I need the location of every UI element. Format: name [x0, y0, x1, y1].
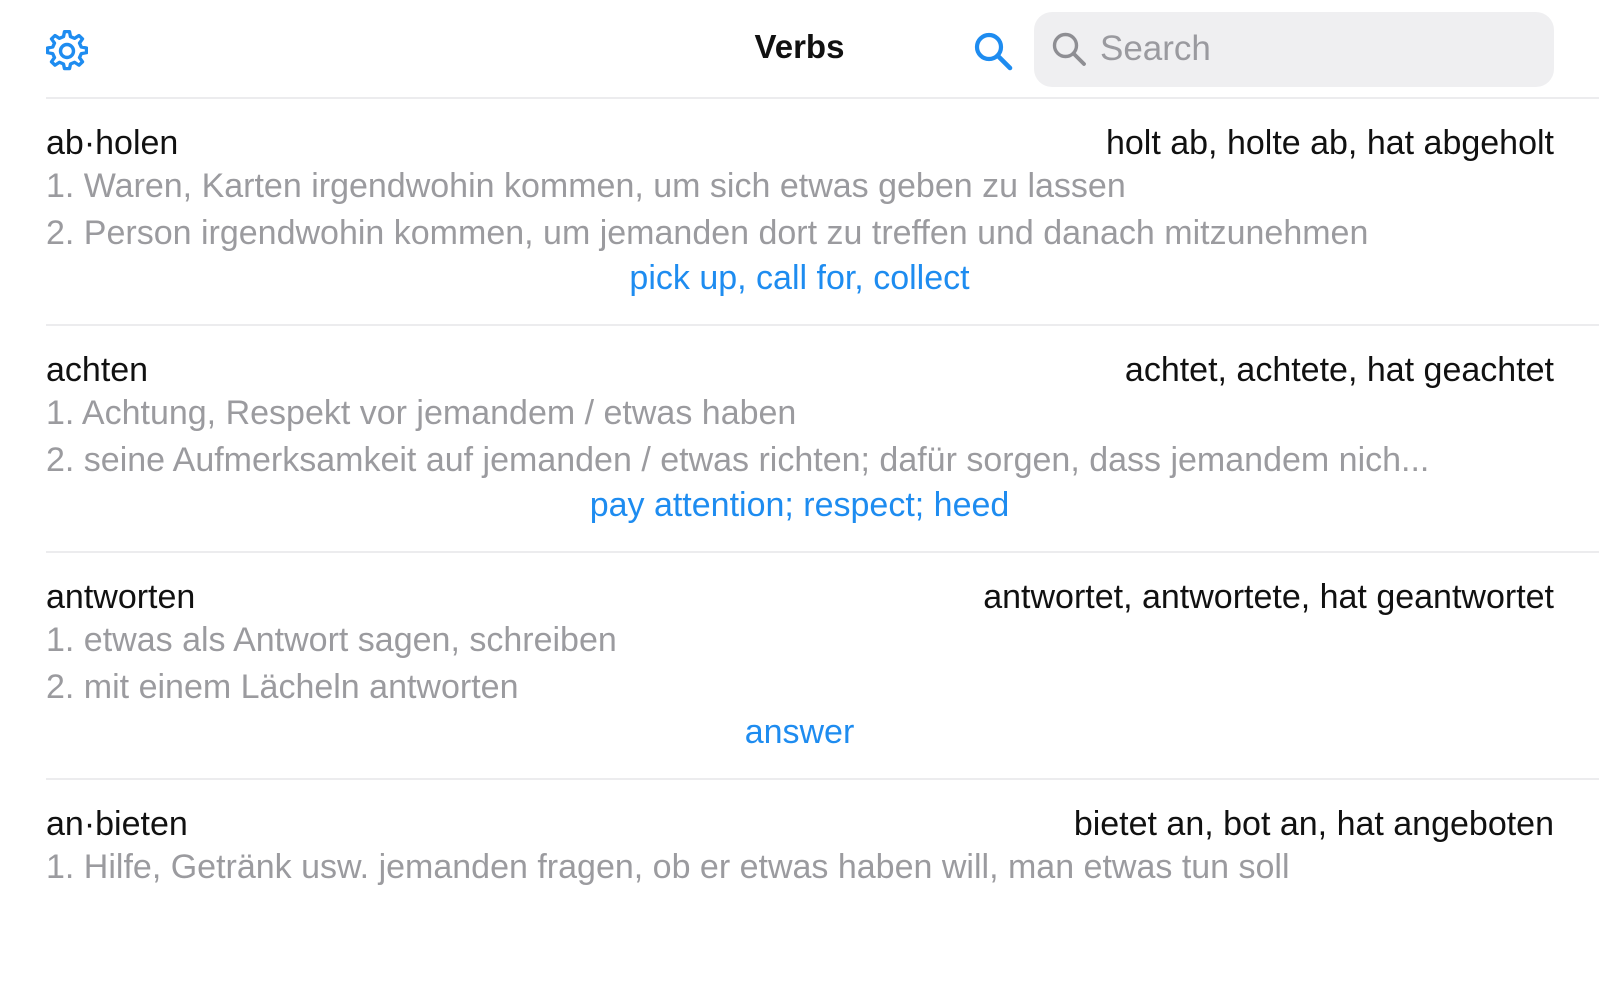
entry-definition-1: 1. Waren, Karten irgendwohin kommen, um … [46, 167, 1126, 205]
search-input[interactable] [1100, 24, 1530, 74]
entry-definition-2: 2. seine Aufmerksamkeit auf jemanden / e… [46, 441, 1430, 479]
entry-translation: pick up, call for, collect [629, 259, 970, 297]
entry-translation: answer [744, 713, 855, 751]
entry-forms: antwortet, antwortete, hat geantwortet [983, 578, 1554, 616]
entry-headword: ab·holen [46, 124, 179, 162]
entry-headword: an·bieten [46, 805, 188, 843]
entry-definition-2: 2. Person irgendwohin kommen, um jemande… [46, 214, 1369, 252]
verb-entry[interactable]: antworten antwortet, antwortete, hat gea… [0, 553, 1599, 780]
entry-forms: achtet, achtete, hat geachtet [1124, 351, 1554, 389]
entry-forms: holt ab, holte ab, hat abgeholt [1105, 124, 1554, 162]
nav-header: Verbs [0, 0, 1599, 99]
entry-definition-1: 1. Achtung, Respekt vor jemandem / etwas… [46, 394, 797, 432]
entry-forms: bietet an, bot an, hat angeboten [1073, 805, 1554, 843]
entry-definition-2: 2. mit einem Lächeln antworten [46, 668, 519, 706]
verb-entry[interactable]: ab·holen holt ab, holte ab, hat abgeholt… [0, 99, 1599, 326]
magnifier-icon [1052, 32, 1086, 66]
entry-translation: pay attention; respect; heed [589, 486, 1010, 524]
verb-entry[interactable]: an·bieten bietet an, bot an, hat angebot… [0, 780, 1599, 1007]
entry-headword: achten [46, 351, 149, 389]
verb-list: ab·holen holt ab, holte ab, hat abgeholt… [0, 99, 1599, 1007]
entry-headword: antworten [46, 578, 196, 616]
entry-definition-1: 1. Hilfe, Getränk usw. jemanden fragen, … [46, 848, 1290, 886]
entry-definition-1: 1. etwas als Antwort sagen, schreiben [46, 621, 617, 659]
search-icon[interactable] [972, 30, 1014, 72]
search-field[interactable] [1034, 12, 1554, 87]
verb-entry[interactable]: achten achtet, achtete, hat geachtet 1. … [0, 326, 1599, 553]
